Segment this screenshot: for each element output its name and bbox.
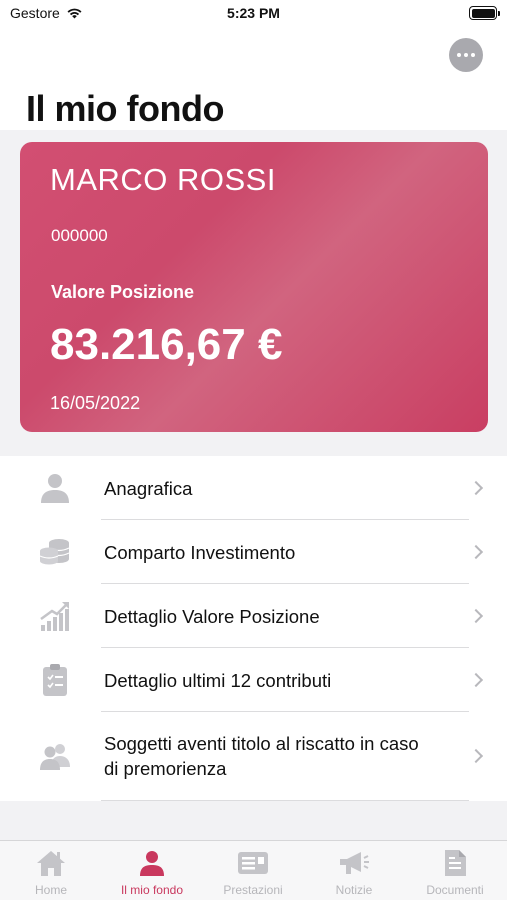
- menu-item-label: Soggetti aventi titolo al riscatto in ca…: [104, 733, 419, 779]
- menu-item-comparto-investimento[interactable]: Comparto Investimento: [0, 520, 507, 584]
- tab-bar: Home Il mio fondo Prestazioni Notizie Do…: [0, 840, 507, 900]
- tab-notizie[interactable]: Notizie: [304, 849, 404, 897]
- coins-icon: [36, 533, 74, 571]
- menu-item-anagrafica[interactable]: Anagrafica: [0, 456, 507, 520]
- menu-item-dettaglio-contributi[interactable]: Dettaglio ultimi 12 contributi: [0, 648, 507, 712]
- menu-item-soggetti-riscatto[interactable]: Soggetti aventi titolo al riscatto in ca…: [0, 712, 507, 800]
- menu-item-label: Anagrafica: [104, 478, 193, 499]
- status-time: 5:23 PM: [227, 5, 280, 21]
- card-number: 000000: [51, 226, 108, 245]
- clipboard-icon: [36, 661, 74, 699]
- menu-item-dettaglio-valore-posizione[interactable]: Dettaglio Valore Posizione: [0, 584, 507, 648]
- position-value-amount: 83.216,67 €: [50, 320, 283, 369]
- position-value-date: 16/05/2022: [50, 393, 141, 413]
- list-icon: [203, 849, 303, 877]
- menu-item-label: Dettaglio ultimi 12 contributi: [104, 670, 332, 691]
- page-title: Il mio fondo: [26, 88, 224, 129]
- position-value-label: Valore Posizione: [51, 282, 195, 302]
- chevron-right-icon: [468, 608, 484, 624]
- status-bar: Gestore 5:23 PM: [0, 0, 507, 30]
- megaphone-icon: [304, 849, 404, 877]
- tab-label: Home: [34, 883, 67, 897]
- card-section: MARCO ROSSI 000000 Valore Posizione 83.2…: [0, 130, 507, 456]
- battery-icon: [469, 6, 500, 20]
- chevron-right-icon: [468, 748, 484, 764]
- growth-chart-icon: [36, 597, 74, 635]
- card-holder-name: MARCO ROSSI: [50, 162, 276, 197]
- menu-item-label: Dettaglio Valore Posizione: [104, 606, 320, 627]
- people-icon: [36, 737, 74, 775]
- tab-label: Documenti: [426, 883, 484, 897]
- tab-il-mio-fondo[interactable]: Il mio fondo: [102, 849, 202, 897]
- menu-item-label: Comparto Investimento: [104, 542, 296, 563]
- tab-documenti[interactable]: Documenti: [405, 849, 505, 897]
- chevron-right-icon: [468, 480, 484, 496]
- chevron-right-icon: [468, 544, 484, 560]
- fund-menu-list: Anagrafica Comparto Investimento Dettagl…: [0, 456, 507, 801]
- page-header: Il mio fondo: [0, 30, 507, 130]
- fund-card: MARCO ROSSI 000000 Valore Posizione 83.2…: [20, 142, 488, 432]
- chevron-right-icon: [468, 672, 484, 688]
- document-icon: [405, 849, 505, 877]
- tab-prestazioni[interactable]: Prestazioni: [203, 849, 303, 897]
- home-icon: [1, 849, 101, 877]
- tab-label: Notizie: [335, 883, 373, 897]
- person-icon: [102, 849, 202, 877]
- person-icon: [36, 469, 74, 507]
- more-options-button[interactable]: [449, 38, 483, 72]
- tab-label: Prestazioni: [223, 883, 283, 897]
- tab-home[interactable]: Home: [1, 849, 101, 897]
- tab-label: Il mio fondo: [120, 883, 184, 897]
- divider: [101, 800, 469, 801]
